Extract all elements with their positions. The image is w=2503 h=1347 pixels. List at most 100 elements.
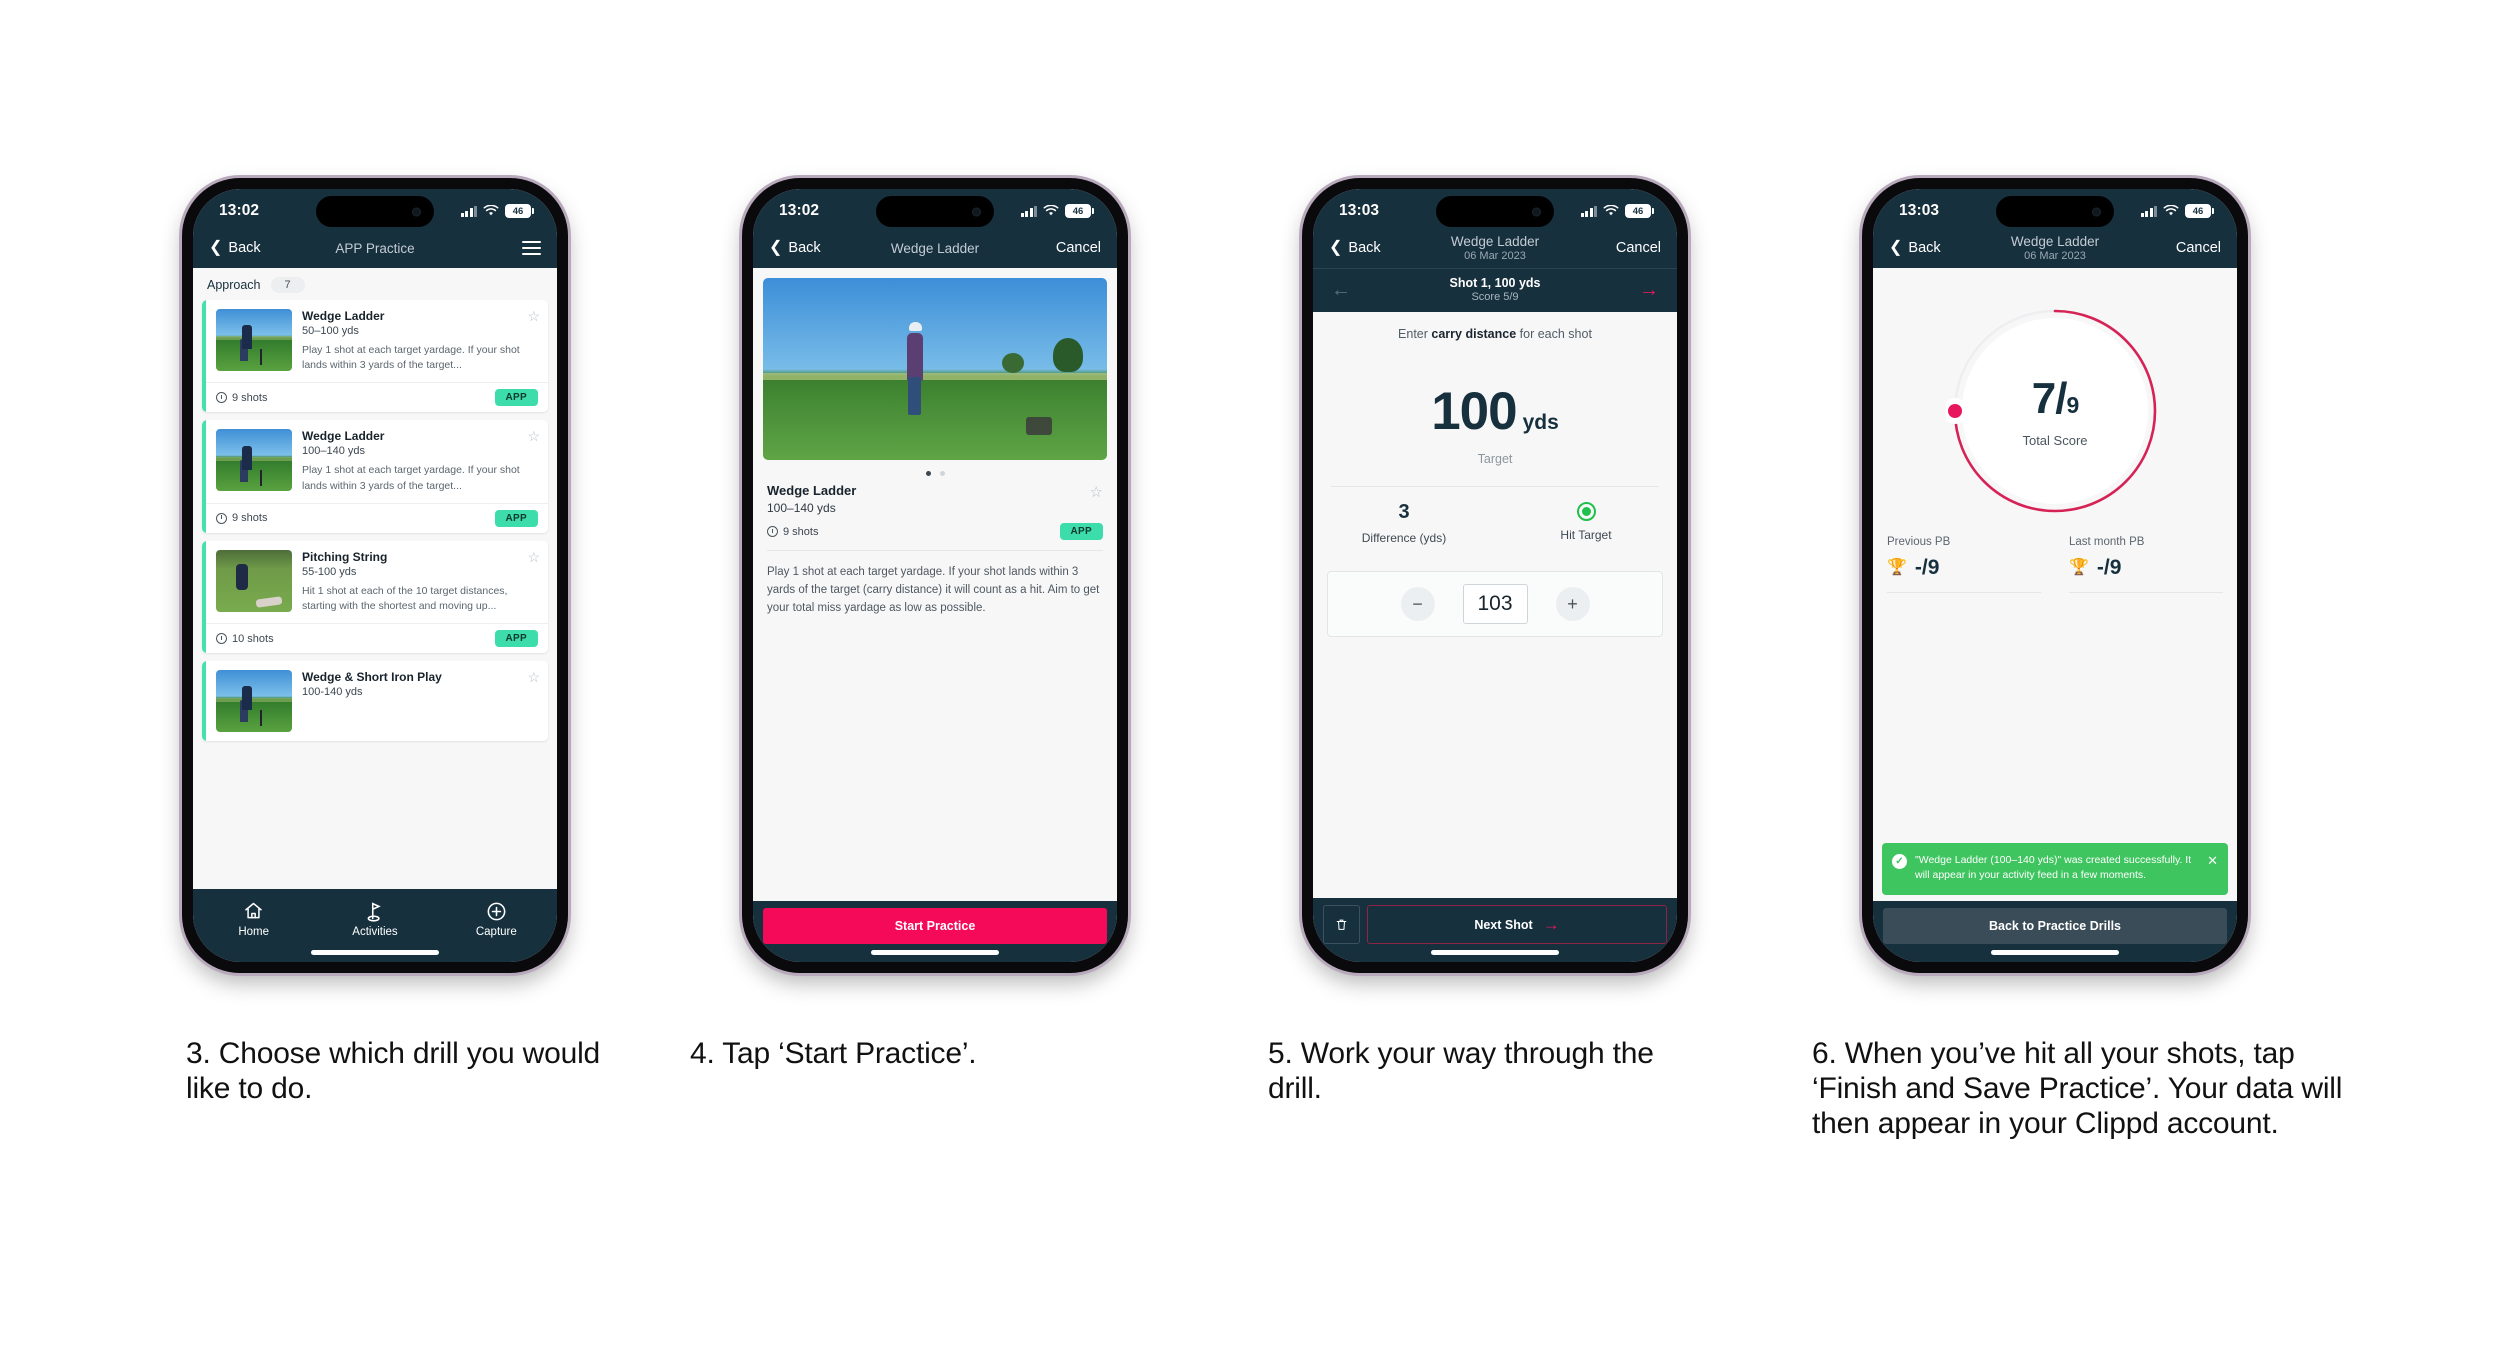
carousel-dots[interactable] [753, 460, 1117, 483]
back-button[interactable]: ❮ Back [209, 240, 261, 257]
drill-top: Wedge Ladder 50–100 yds Play 1 shot at e… [202, 300, 548, 382]
dynamic-island [1436, 196, 1554, 227]
drill-meta: Pitching String 55-100 yds Hit 1 shot at… [302, 549, 540, 614]
last-month-pb-label: Last month PB [2069, 536, 2145, 548]
arrow-right-icon[interactable]: → [1639, 280, 1659, 300]
check-icon: ✓ [1892, 853, 1907, 869]
back-button[interactable]: ❮ Back [1329, 240, 1381, 257]
divider [1887, 592, 2041, 593]
drill-footer: 9 shots APP [202, 382, 548, 413]
drill-shots-label: 9 shots [232, 512, 268, 525]
nav-header: ❮ Back Wedge Ladder 06 Mar 2023 Cancel [1873, 233, 2237, 268]
cancel-button[interactable]: Cancel [2176, 240, 2221, 256]
phone-4-frame: 13:03 46 ❮ Back Wedge Ladder 06 Mar 2023… [1862, 178, 2248, 973]
cellular-signal-icon [2140, 205, 2157, 217]
tab-activities[interactable]: Activities [314, 899, 435, 938]
tab-home-label: Home [238, 926, 269, 938]
back-button[interactable]: ❮ Back [769, 240, 821, 257]
trash-icon[interactable] [1323, 905, 1360, 944]
cancel-button[interactable]: Cancel [1056, 240, 1101, 256]
carousel-dot[interactable] [939, 471, 945, 476]
drill-list-body[interactable]: Approach 7 Wedge Ladder 50–100 yds Play … [193, 268, 557, 889]
shot-stats: 3 Difference (yds) Hit Target [1313, 487, 1677, 545]
drill-shots: 9 shots [767, 526, 818, 538]
home-indicator [1431, 950, 1559, 955]
wifi-icon [2163, 205, 2179, 216]
star-icon[interactable]: ☆ [527, 308, 540, 325]
entry-hint: Enter carry distance for each shot [1313, 312, 1677, 341]
status-time: 13:02 [779, 202, 820, 219]
dynamic-island [316, 196, 434, 227]
drill-footer: 9 shots APP [202, 502, 548, 533]
tab-capture[interactable]: Capture [436, 899, 557, 938]
clock-icon [216, 512, 227, 524]
back-label: Back [1348, 240, 1381, 256]
star-icon[interactable]: ☆ [527, 669, 540, 686]
quantity-stepper[interactable]: − 103 + [1327, 571, 1663, 637]
difference-label: Difference (yds) [1361, 531, 1447, 545]
battery-icon: 46 [505, 204, 534, 218]
hamburger-icon[interactable] [522, 240, 541, 256]
status-bar: 13:03 46 [1313, 189, 1677, 233]
score-separator: / [2055, 374, 2067, 423]
increment-button[interactable]: + [1555, 587, 1590, 621]
target-hit-icon [1576, 502, 1596, 521]
tab-capture-label: Capture [475, 926, 517, 938]
list-item[interactable]: Pitching String 55-100 yds Hit 1 shot at… [202, 540, 548, 654]
drill-footer: 10 shots APP [202, 623, 548, 654]
category-count-badge: 7 [270, 277, 305, 293]
results-footer: Back to Practice Drills [1873, 901, 2237, 962]
status-indicators: 46 [460, 204, 534, 218]
personal-best-row: Previous PB 🏆 -/9 Last month PB 🏆 -/9 [1873, 520, 2237, 593]
previous-pb-value-row: 🏆 -/9 [1887, 556, 2041, 580]
drill-detail-body: Wedge Ladder 100–140 yds ☆ 9 shots APP P… [753, 268, 1117, 901]
wifi-icon [483, 205, 499, 216]
status-badge: APP [494, 509, 538, 527]
tab-home[interactable]: Home [193, 899, 314, 938]
start-practice-button[interactable]: Start Practice [763, 908, 1107, 944]
cellular-signal-icon [1020, 205, 1037, 217]
phone-4-screen: 13:03 46 ❮ Back Wedge Ladder 06 Mar 2023… [1873, 189, 2237, 962]
stat-difference: 3 Difference (yds) [1313, 501, 1495, 545]
caption-4: 4. Tap ‘Start Practice’. [690, 1037, 977, 1070]
close-icon[interactable]: ✕ [2207, 853, 2218, 869]
list-item[interactable]: Wedge Ladder 50–100 yds Play 1 shot at e… [202, 300, 548, 413]
back-button[interactable]: ❮ Back [1889, 239, 1941, 257]
drill-yardage: 100-140 yds [302, 686, 363, 699]
total-score-value: 7/9 [2032, 374, 2079, 424]
drill-name: Wedge Ladder [767, 483, 857, 498]
cancel-button[interactable]: Cancel [1616, 240, 1661, 256]
category-filter-row[interactable]: Approach 7 [193, 268, 557, 300]
drill-top: Wedge & Short Iron Play 100-140 yds ☆ [202, 661, 548, 741]
chevron-left-icon: ❮ [1889, 239, 1903, 256]
list-item[interactable]: Wedge Ladder 100–140 yds Play 1 shot at … [202, 420, 548, 533]
decrement-button[interactable]: − [1400, 587, 1435, 621]
star-icon[interactable]: ☆ [527, 549, 540, 566]
hero-tree-2 [1002, 352, 1025, 373]
drill-thumbnail [216, 429, 292, 492]
shot-entry-body: Enter carry distance for each shot 100 yd… [1313, 312, 1677, 898]
battery-icon: 46 [2185, 204, 2214, 218]
category-label: Approach [207, 278, 261, 292]
home-indicator [871, 950, 999, 955]
carry-distance-input[interactable]: 103 [1462, 584, 1528, 624]
next-shot-label: Next Shot [1474, 917, 1533, 932]
phone-2-frame: 13:02 46 ❮ Back Wedge Ladder Cancel Wedg… [742, 178, 1128, 973]
back-to-practice-drills-button[interactable]: Back to Practice Drills [1883, 908, 2227, 944]
nav-header: ❮ Back Wedge Ladder 06 Mar 2023 Cancel [1313, 233, 1677, 268]
status-bar: 13:02 46 [193, 189, 557, 233]
battery-icon: 46 [1065, 204, 1094, 218]
arrow-right-icon: → [1542, 915, 1560, 934]
drill-thumbnail [216, 309, 292, 371]
carousel-dot-active[interactable] [925, 471, 931, 476]
arrow-left-icon[interactable]: ← [1331, 280, 1351, 300]
list-item[interactable]: Wedge & Short Iron Play 100-140 yds ☆ [202, 661, 548, 742]
results-body: 7/9 Total Score Previous PB 🏆 -/9 Last m… [1873, 268, 2237, 901]
detail-title-row: Wedge Ladder 100–140 yds ☆ [767, 483, 1103, 515]
star-icon[interactable]: ☆ [1090, 483, 1103, 501]
shot-info: Shot 1, 100 yds Score 5/9 [1351, 276, 1639, 303]
status-badge: APP [494, 389, 538, 407]
next-shot-button[interactable]: Next Shot → [1367, 905, 1667, 944]
target-unit: yds [1522, 411, 1559, 434]
star-icon[interactable]: ☆ [527, 428, 540, 445]
